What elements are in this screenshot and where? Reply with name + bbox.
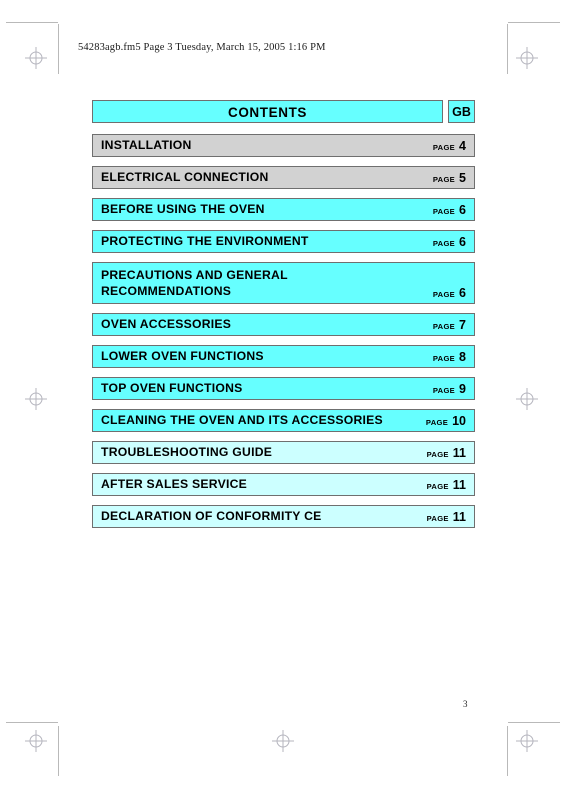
toc-page-number: 4 xyxy=(459,139,466,153)
toc-entry-page: PAGE 11 xyxy=(427,446,466,463)
toc-entry[interactable]: PROTECTING THE ENVIRONMENT PAGE 6 xyxy=(92,230,475,253)
toc-entry-label: AFTER SALES SERVICE xyxy=(101,477,248,491)
toc-page-word: PAGE xyxy=(432,290,456,299)
toc-entry-label: PRECAUTIONS AND GENERAL RECOMMENDATIONS xyxy=(101,268,288,298)
toc-page-word: PAGE xyxy=(432,354,456,363)
toc-page-word: PAGE xyxy=(426,514,449,523)
toc-entry-page: PAGE 4 xyxy=(433,139,466,156)
toc-page-word: PAGE xyxy=(432,175,456,184)
registration-mark-bottom-right xyxy=(516,730,538,752)
toc-page-word: PAGE xyxy=(432,239,456,248)
toc-page-number: 8 xyxy=(459,350,466,364)
toc-entry[interactable]: INSTALLATION PAGE 4 xyxy=(92,134,475,157)
toc-page-number: 9 xyxy=(459,382,466,396)
trim-line-left-bottom xyxy=(58,726,59,776)
toc-entry-label: ELECTRICAL CONNECTION xyxy=(101,170,269,184)
trim-line-right-bottom xyxy=(507,726,508,776)
toc-page-word: PAGE xyxy=(432,143,456,152)
toc-entry-label: INSTALLATION xyxy=(101,138,192,152)
registration-mark-top-left xyxy=(25,47,47,69)
toc-entry-page: PAGE 11 xyxy=(427,478,466,495)
toc-page-word: PAGE xyxy=(425,418,449,427)
trim-line-left-top xyxy=(58,24,59,74)
toc-entry-page: PAGE 9 xyxy=(433,382,466,399)
toc-entry[interactable]: OVEN ACCESSORIES PAGE 7 xyxy=(92,313,475,336)
toc-page-number: 11 xyxy=(452,446,466,460)
trim-line-top-left xyxy=(6,22,58,23)
table-of-contents: CONTENTS GB INSTALLATION PAGE 4 ELECTRICAL … xyxy=(92,100,475,537)
toc-entry-label: TROUBLESHOOTING GUIDE xyxy=(101,445,273,459)
toc-page-number: 11 xyxy=(452,478,466,492)
toc-page-word: PAGE xyxy=(432,322,456,331)
trim-line-top-right xyxy=(508,22,560,23)
page-number-folio: 3 xyxy=(463,699,468,709)
toc-entry[interactable]: DECLARATION OF CONFORMITY CE PAGE 11 xyxy=(92,505,475,528)
registration-mark-middle-left xyxy=(25,388,47,410)
toc-entry-label: OVEN ACCESSORIES xyxy=(101,317,232,331)
toc-entry[interactable]: CLEANING THE OVEN AND ITS ACCESSORIES PAG… xyxy=(92,409,475,432)
registration-mark-middle-right xyxy=(516,388,538,410)
toc-entry[interactable]: TOP OVEN FUNCTIONS PAGE 9 xyxy=(92,377,475,400)
document-running-header: 54283agb.fm5 Page 3 Tuesday, March 15, 2… xyxy=(78,42,326,53)
toc-entry-label: PROTECTING THE ENVIRONMENT xyxy=(101,234,309,248)
toc-page-word: PAGE xyxy=(432,386,456,395)
toc-page-number: 11 xyxy=(452,510,466,524)
toc-page-number: 6 xyxy=(459,235,466,249)
trim-line-bottom-right xyxy=(508,722,560,723)
registration-mark-bottom-center xyxy=(272,730,294,752)
toc-page-number: 7 xyxy=(459,318,466,332)
toc-entry-page: PAGE 11 xyxy=(427,510,466,527)
toc-entry-label: LOWER OVEN FUNCTIONS xyxy=(101,349,264,363)
toc-entry[interactable]: BEFORE USING THE OVEN PAGE 6 xyxy=(92,198,475,221)
toc-entry-page: PAGE 6 xyxy=(433,235,466,252)
trim-line-right-top xyxy=(507,24,508,74)
toc-entry[interactable]: TROUBLESHOOTING GUIDE PAGE 11 xyxy=(92,441,475,464)
language-badge: GB xyxy=(448,100,475,123)
toc-entry-page: PAGE 5 xyxy=(433,171,466,188)
toc-entry-page: PAGE 6 xyxy=(433,286,466,303)
contents-header-row: CONTENTS GB xyxy=(92,100,475,123)
page-title: CONTENTS xyxy=(92,100,443,123)
trim-line-bottom-left xyxy=(6,722,58,723)
toc-page-number: 10 xyxy=(452,414,466,428)
toc-page-number: 5 xyxy=(459,171,466,185)
toc-entry-label: DECLARATION OF CONFORMITY CE xyxy=(101,509,322,523)
toc-entry-page: PAGE 10 xyxy=(426,414,466,431)
registration-mark-bottom-left xyxy=(25,730,47,752)
toc-page-word: PAGE xyxy=(432,207,456,216)
toc-entry-page: PAGE 8 xyxy=(433,350,466,367)
toc-entry[interactable]: LOWER OVEN FUNCTIONS PAGE 8 xyxy=(92,345,475,368)
toc-entry-label: CLEANING THE OVEN AND ITS ACCESSORIES xyxy=(101,413,383,427)
toc-page-word: PAGE xyxy=(426,450,449,459)
toc-entry-page: PAGE 6 xyxy=(433,203,466,220)
toc-page-number: 6 xyxy=(459,286,466,300)
toc-page-word: PAGE xyxy=(426,482,449,491)
toc-entry-page: PAGE 7 xyxy=(433,318,466,335)
toc-page-number: 6 xyxy=(459,203,466,217)
toc-entry[interactable]: ELECTRICAL CONNECTION PAGE 5 xyxy=(92,166,475,189)
toc-entry[interactable]: AFTER SALES SERVICE PAGE 11 xyxy=(92,473,475,496)
toc-entry-label: BEFORE USING THE OVEN xyxy=(101,202,265,216)
contents-entry-list: INSTALLATION PAGE 4 ELECTRICAL CONNECTION PA… xyxy=(92,134,475,528)
toc-entry[interactable]: PRECAUTIONS AND GENERAL RECOMMENDATIONS P… xyxy=(92,262,475,304)
toc-entry-label: TOP OVEN FUNCTIONS xyxy=(101,381,243,395)
registration-mark-top-right xyxy=(516,47,538,69)
